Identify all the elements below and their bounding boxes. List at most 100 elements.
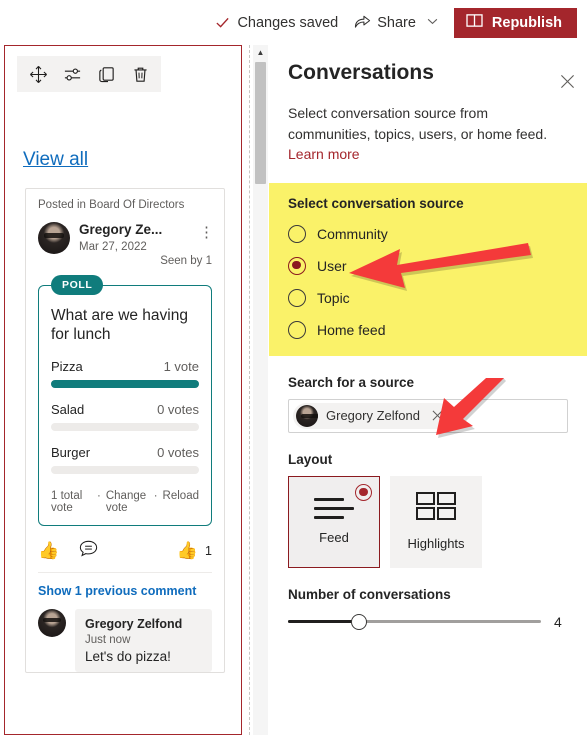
avatar <box>38 609 66 638</box>
scroll-up-arrow-icon[interactable]: ▲ <box>253 45 268 59</box>
radio-option-community[interactable]: Community <box>288 224 568 243</box>
share-button[interactable]: Share <box>354 13 438 33</box>
layout-label: Layout <box>288 451 333 467</box>
poll-separator: · <box>153 490 158 503</box>
comment-icon[interactable] <box>79 540 98 562</box>
poll-change-vote[interactable]: Change vote <box>106 490 149 514</box>
posted-in-label: Posted in Board Of Directors <box>38 199 185 211</box>
poll-option-votes: 0 votes <box>157 402 199 418</box>
avatar <box>38 222 70 254</box>
radio-icon[interactable] <box>288 288 306 307</box>
radio-label: Topic <box>317 289 350 306</box>
poll-option-row[interactable]: Burger 0 votes <box>51 445 199 460</box>
duplicate-icon[interactable] <box>89 57 123 91</box>
poll-option-row[interactable]: Salad 0 votes <box>51 402 199 417</box>
pane-title: Conversations <box>288 61 434 84</box>
radio-icon-selected[interactable] <box>288 256 306 275</box>
learn-more-link[interactable]: Learn more <box>288 146 360 162</box>
chip-label: Gregory Zelfond <box>326 408 420 424</box>
slider-thumb[interactable] <box>350 613 367 630</box>
changes-saved-status: Changes saved <box>215 15 338 31</box>
number-of-conversations-label: Number of conversations <box>288 586 451 602</box>
comment-time: Just now <box>85 634 131 647</box>
post-date: Mar 27, 2022 <box>79 240 147 253</box>
layout-tile-feed[interactable]: Feed <box>288 475 380 568</box>
poll-option-votes: 1 vote <box>163 359 199 375</box>
radio-label: Home feed <box>317 321 386 338</box>
radio-label: User <box>317 257 347 274</box>
view-all-link[interactable]: View all <box>23 149 88 171</box>
layout-tile-label: Feed <box>319 530 349 546</box>
poll-reload[interactable]: Reload <box>163 490 199 502</box>
republish-label: Republish <box>491 14 562 31</box>
reaction-bar: 👍 👍 1 <box>38 540 212 574</box>
poll: POLL What are we having for lunch Pizza … <box>38 274 212 527</box>
avatar <box>296 404 318 427</box>
page-canvas: View all Posted in Board Of Directors Gr… <box>4 45 242 735</box>
thumbs-up-icon: 👍 <box>176 541 199 561</box>
number-of-conversations-slider[interactable]: 4 <box>288 613 568 630</box>
thumbs-up-icon[interactable]: 👍 <box>38 541 59 561</box>
number-of-conversations-section: Number of conversations 4 <box>285 587 571 630</box>
changes-saved-label: Changes saved <box>237 14 339 31</box>
close-icon[interactable] <box>553 67 581 95</box>
radio-icon[interactable] <box>288 320 306 339</box>
scrollbar-thumb[interactable] <box>255 62 266 184</box>
feed-lines-icon <box>314 498 354 520</box>
search-source-label: Search for a source <box>288 374 415 390</box>
post-seen-by: Seen by 1 <box>160 254 212 267</box>
radio-option-topic[interactable]: Topic <box>288 288 568 307</box>
pane-description: Select conversation source from communit… <box>285 85 571 165</box>
poll-badge: POLL <box>51 274 104 295</box>
poll-option-label: Pizza <box>51 359 83 375</box>
post-author-name[interactable]: Gregory Ze... <box>79 222 212 238</box>
comment-item: Gregory Zelfond Just now Let's do pizza! <box>38 609 212 673</box>
property-pane: Conversations Select conversation source… <box>269 45 587 735</box>
comment-author[interactable]: Gregory Zelfond <box>85 617 202 632</box>
poll-total-votes: 1 total vote <box>51 490 83 515</box>
radio-icon[interactable] <box>288 224 306 243</box>
poll-separator: · <box>97 490 101 503</box>
checkmark-icon <box>215 15 230 30</box>
slider-value: 4 <box>554 613 562 630</box>
webpart-toolbar <box>17 56 161 92</box>
conversation-source-section: Select conversation source Community Use… <box>269 182 587 356</box>
reaction-count-group[interactable]: 👍 1 <box>177 541 212 561</box>
reaction-count: 1 <box>205 544 212 559</box>
radio-icon-selected <box>355 483 372 501</box>
selected-source-chip[interactable]: Gregory Zelfond <box>293 402 452 429</box>
radio-option-user[interactable]: User <box>288 256 568 275</box>
move-handle-icon[interactable] <box>21 57 55 91</box>
slider-fill <box>288 620 359 624</box>
slider-track[interactable] <box>288 613 541 630</box>
trash-icon[interactable] <box>123 57 157 91</box>
edit-properties-icon[interactable] <box>55 57 89 91</box>
more-options-icon[interactable]: ⋮ <box>199 225 214 240</box>
canvas-pane-divider <box>249 45 250 735</box>
search-input[interactable]: Gregory Zelfond <box>288 398 568 433</box>
poll-option-label: Salad <box>51 402 85 418</box>
show-previous-comment-link[interactable]: Show 1 previous comment <box>38 573 212 609</box>
comment-bubble: Gregory Zelfond Just now Let's do pizza! <box>75 609 212 673</box>
command-bar: Changes saved Share Republish <box>0 0 587 45</box>
conversation-post-card: Posted in Board Of Directors Gregory Ze.… <box>25 188 225 674</box>
layout-section: Layout Feed Highlights <box>285 452 571 568</box>
remove-chip-icon[interactable] <box>428 406 448 426</box>
comment-text: Let's do pizza! <box>85 649 171 665</box>
chevron-down-icon[interactable] <box>427 17 438 28</box>
layout-tiles: Feed Highlights <box>288 475 568 568</box>
layout-tile-highlights[interactable]: Highlights <box>390 475 482 568</box>
poll-option-bar <box>51 380 199 389</box>
poll-option-bar <box>51 466 199 475</box>
poll-option-label: Burger <box>51 445 91 461</box>
highlights-grid-icon <box>416 492 456 525</box>
radio-option-home-feed[interactable]: Home feed <box>288 320 568 339</box>
share-label: Share <box>377 14 416 31</box>
vertical-scrollbar[interactable]: ▲ <box>253 45 268 735</box>
republish-button[interactable]: Republish <box>453 7 577 38</box>
poll-option-row[interactable]: Pizza 1 vote <box>51 359 199 374</box>
poll-option-votes: 0 votes <box>157 445 199 461</box>
conversation-source-label: Select conversation source <box>288 195 464 211</box>
layout-tile-label: Highlights <box>407 536 465 552</box>
search-source-section: Search for a source Gregory Zelfond <box>285 375 571 433</box>
